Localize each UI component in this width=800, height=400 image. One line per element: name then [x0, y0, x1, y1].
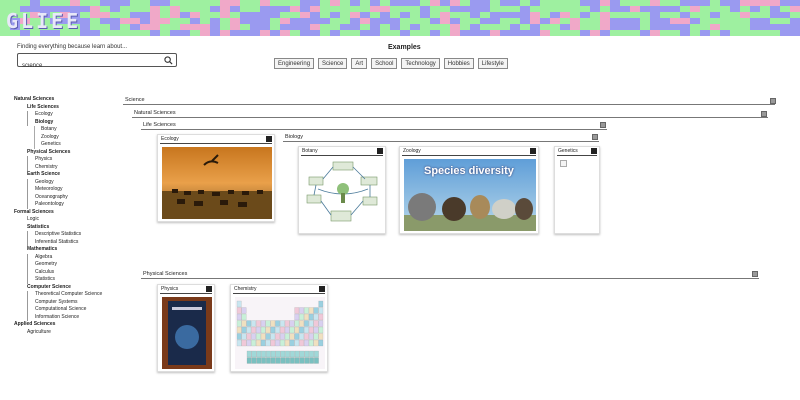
- tree-item[interactable]: Geology: [27, 178, 114, 186]
- tree-item[interactable]: Life Sciences: [14, 104, 114, 112]
- topic-card-genetics[interactable]: Genetics: [554, 146, 600, 234]
- tree-item[interactable]: Zoology: [34, 133, 114, 141]
- example-button-engineering[interactable]: Engineering: [274, 58, 315, 69]
- collapse-button-biology[interactable]: [592, 134, 598, 140]
- tree-item[interactable]: Physical Sciences: [14, 149, 114, 157]
- collapse-button-physical[interactable]: [752, 271, 758, 277]
- example-button-lifestyle[interactable]: Lifestyle: [477, 58, 508, 69]
- tree-item[interactable]: Meteorology: [27, 186, 114, 194]
- tree-item[interactable]: Botany: [34, 126, 114, 134]
- example-button-science[interactable]: Science: [318, 58, 348, 69]
- collapse-button-natural[interactable]: [761, 111, 767, 117]
- tree-item[interactable]: Chemistry: [27, 163, 114, 171]
- tree-item[interactable]: Logic: [14, 216, 114, 224]
- tree-item[interactable]: Physics: [27, 156, 114, 164]
- tree-item[interactable]: Statistics: [27, 276, 114, 284]
- card-title: Botany: [302, 148, 318, 154]
- panel-title-biology[interactable]: Biology: [285, 134, 303, 140]
- topic-card-botany[interactable]: Botany: [298, 146, 386, 234]
- expand-button[interactable]: [530, 148, 536, 154]
- zoology-image-caption: Species diversity: [424, 165, 514, 177]
- example-button-art[interactable]: Art: [351, 58, 368, 69]
- tree-item[interactable]: Oceanography: [27, 193, 114, 201]
- tree-item[interactable]: Computer Science: [14, 284, 114, 292]
- tree-item[interactable]: Mathematics: [14, 246, 114, 254]
- card-divider: [402, 155, 536, 156]
- magnifier-icon[interactable]: [164, 56, 173, 65]
- tree-item[interactable]: Applied Sciences: [14, 321, 114, 329]
- divider: [141, 278, 759, 279]
- card-title: Ecology: [161, 136, 179, 142]
- topic-card-zoology[interactable]: Zoology Species diversity: [399, 146, 539, 234]
- divider: [123, 104, 775, 105]
- card-title: Physics: [161, 286, 179, 292]
- tree-item[interactable]: Theoretical Computer Science: [27, 291, 114, 299]
- example-button-technology[interactable]: Technology: [401, 58, 440, 69]
- ecology-image: [162, 147, 272, 219]
- panel-title-natural[interactable]: Natural Sciences: [134, 110, 176, 116]
- tree-item[interactable]: Biology: [27, 118, 114, 126]
- examples-list: Engineering Science Art School Technolog…: [274, 58, 508, 69]
- tree-item[interactable]: Information Science: [27, 313, 114, 321]
- tree-item[interactable]: Algebra: [27, 253, 114, 261]
- topic-card-ecology[interactable]: Ecology: [157, 134, 275, 222]
- topic-tree: Natural Sciences Life Sciences Ecology Biol…: [14, 96, 114, 336]
- card-divider: [301, 155, 383, 156]
- card-divider: [557, 155, 597, 156]
- expand-button[interactable]: [319, 286, 325, 292]
- example-button-school[interactable]: School: [371, 58, 398, 69]
- topic-card-chemistry[interactable]: Chemistry: [230, 284, 328, 372]
- broken-image-icon: [560, 160, 567, 167]
- tree-item[interactable]: Descriptive Statistics: [27, 231, 114, 239]
- tree-item[interactable]: Computer Systems: [27, 298, 114, 306]
- expand-button[interactable]: [266, 136, 272, 142]
- topic-card-physics[interactable]: Physics: [157, 284, 215, 372]
- divider: [283, 141, 599, 142]
- expand-button[interactable]: [206, 286, 212, 292]
- card-divider: [160, 143, 272, 144]
- zoology-image: Species diversity: [404, 159, 536, 231]
- tree-item[interactable]: Agriculture: [14, 329, 114, 337]
- collapse-button-life[interactable]: [600, 122, 606, 128]
- card-title: Chemistry: [234, 286, 257, 292]
- tree-item[interactable]: Natural Sciences: [14, 96, 114, 104]
- card-divider: [160, 293, 212, 294]
- tree-item[interactable]: Paleontology: [27, 201, 114, 209]
- divider: [141, 129, 607, 130]
- tree-item[interactable]: Computational Science: [27, 306, 114, 314]
- header-banner: GLIEE: [0, 0, 800, 36]
- tree-item[interactable]: Statistics: [14, 224, 114, 232]
- card-divider: [233, 293, 325, 294]
- tree-item[interactable]: Ecology: [27, 111, 114, 119]
- banner-pattern: [0, 0, 800, 36]
- app-logo[interactable]: GLIEE: [6, 9, 81, 33]
- tree-item[interactable]: Calculus: [27, 268, 114, 276]
- tree-item[interactable]: Inferential Statistics: [27, 238, 114, 246]
- card-title: Genetics: [558, 148, 578, 154]
- expand-button[interactable]: [377, 148, 383, 154]
- panel-title-life[interactable]: Life Sciences: [143, 122, 176, 128]
- search-prompt: Finding everything because learn about..…: [17, 44, 128, 50]
- tree-item[interactable]: Genetics: [34, 141, 114, 149]
- card-title: Zoology: [403, 148, 421, 154]
- tree-item[interactable]: Geometry: [27, 261, 114, 269]
- divider: [132, 117, 768, 118]
- expand-button[interactable]: [591, 148, 597, 154]
- periodic-table-image: [235, 297, 325, 369]
- physics-book-image: [162, 297, 212, 369]
- example-button-hobbies[interactable]: Hobbies: [443, 58, 474, 69]
- tree-item[interactable]: Earth Science: [14, 171, 114, 179]
- collapse-button-science[interactable]: [770, 98, 776, 104]
- examples-title: Examples: [388, 44, 421, 51]
- search-input[interactable]: [18, 60, 158, 72]
- tree-item[interactable]: Formal Sciences: [14, 209, 114, 217]
- panel-title-physical[interactable]: Physical Sciences: [143, 271, 187, 277]
- botany-image: [303, 159, 383, 231]
- panel-title-science[interactable]: Science: [125, 97, 145, 103]
- search-box[interactable]: [17, 53, 177, 72]
